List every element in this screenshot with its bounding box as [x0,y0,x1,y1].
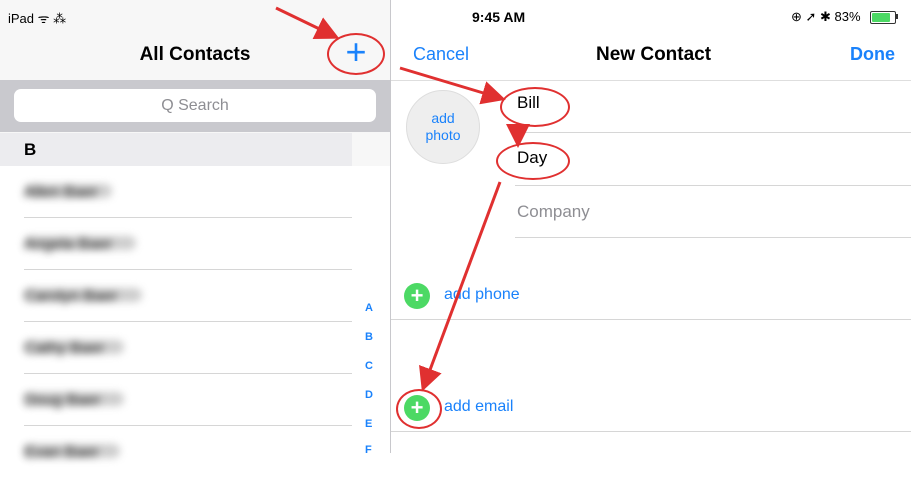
cancel-button[interactable]: Cancel [413,44,469,65]
battery-tip [896,14,898,19]
divider [515,132,911,133]
divider [515,237,911,238]
battery-icon [870,11,896,24]
annotation-circle [396,389,442,429]
index-letter[interactable]: F [365,444,372,456]
search-input[interactable]: Q Search [14,89,376,122]
add-photo-label-line1: add [431,110,455,126]
contact-name-blurred: Doug Baer [24,392,124,409]
index-letter[interactable]: A [365,302,373,314]
contact-row[interactable]: Evan Baer [0,426,352,478]
add-phone-button[interactable]: add phone [444,286,520,304]
contact-name-blurred: Allen Baer [24,184,112,201]
index-letter[interactable]: B [365,331,373,343]
status-icons: ⊕ ➚ ✱ 83% [791,9,861,24]
annotation-circle [496,142,570,180]
contact-row[interactable]: Doug Baer [0,374,352,426]
contact-row[interactable]: Angela Baer [0,218,352,270]
contact-row[interactable]: Allen Baer [0,166,352,218]
new-contact-title: New Contact [596,44,712,65]
annotation-circle [327,33,385,75]
index-letter[interactable]: D [365,389,373,401]
add-email-button[interactable]: add email [444,398,513,416]
add-phone-icon[interactable]: + [404,283,430,309]
contact-name-blurred: Evan Baer [24,444,120,461]
nav-divider [391,80,911,81]
done-button[interactable]: Done [850,44,895,65]
contact-row[interactable]: Cathy Baer [0,322,352,374]
status-bar-left: iPad ᯤ ⁂ [8,11,67,26]
index-letter[interactable]: E [365,418,372,430]
section-header [0,133,352,166]
divider [391,319,911,320]
index-letter[interactable]: C [365,360,373,372]
annotation-circle [500,87,570,127]
divider [391,431,911,432]
company-field[interactable]: Company [517,202,590,222]
add-photo-button[interactable]: add photo [406,90,480,164]
contact-name-blurred: Carolyn Baer [24,288,142,305]
status-time: 9:45 AM [472,9,526,25]
battery-fill [872,13,890,22]
divider [515,185,911,186]
contact-row[interactable]: Carolyn Baer [0,270,352,322]
contact-name-blurred: Cathy Baer [24,340,124,357]
contact-name-blurred: Angela Baer [24,236,136,253]
add-photo-label-line2: photo [425,127,461,143]
section-letter: B [24,140,37,159]
new-contact-pane [391,0,911,453]
